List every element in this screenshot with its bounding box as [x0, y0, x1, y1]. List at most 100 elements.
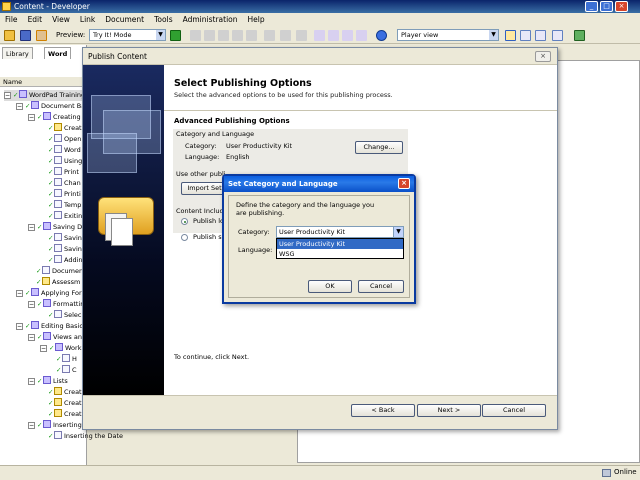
- delete-icon[interactable]: [232, 30, 243, 41]
- find-icon[interactable]: [246, 30, 257, 41]
- import-settings-button[interactable]: Import Set: [181, 182, 228, 195]
- tree-node[interactable]: ✓ Documen: [36, 266, 83, 277]
- print-icon[interactable]: [296, 30, 307, 41]
- tree-node[interactable]: ✓ Creat: [48, 398, 82, 409]
- tree-node[interactable]: − ✓ Views an: [28, 332, 82, 343]
- tree-node[interactable]: − ✓ WordPad Training: [4, 90, 86, 101]
- record-icon[interactable]: [36, 30, 47, 41]
- tree-node[interactable]: ✓ Savin: [48, 233, 82, 244]
- tree-node[interactable]: ✓ Chan: [48, 178, 81, 189]
- dropdown-option-user-productivity-kit[interactable]: User Productivity Kit: [277, 239, 403, 249]
- close-button[interactable]: ×: [615, 1, 628, 12]
- tree-node[interactable]: − ✓ Document Ba: [16, 101, 85, 112]
- continue-instruction: To continue, click Next.: [174, 353, 250, 361]
- topic-icon: [62, 354, 70, 362]
- tree-node[interactable]: ✓ H: [56, 354, 77, 365]
- view-mode-value: Player view: [401, 31, 439, 39]
- layout-1-icon[interactable]: [505, 30, 516, 41]
- help-icon[interactable]: [376, 30, 387, 41]
- tree-label: Lists: [53, 377, 68, 385]
- next-button[interactable]: Next >: [417, 404, 481, 417]
- menu-administration[interactable]: Administration: [178, 13, 243, 27]
- tree-node[interactable]: ✓ Temp: [48, 200, 81, 211]
- dialog-title: Publish Content: [88, 52, 147, 61]
- move-up-icon[interactable]: [342, 30, 353, 41]
- tree-node[interactable]: ✓ Addin: [48, 255, 83, 266]
- tree-node[interactable]: ✓ Inserting the Date: [48, 431, 123, 442]
- publish-local-radio[interactable]: [181, 218, 188, 225]
- preview-mode-select[interactable]: Try It! Mode ▼: [89, 29, 166, 41]
- tab-library[interactable]: Library: [2, 47, 33, 59]
- check-icon[interactable]: [574, 30, 585, 41]
- tree-node[interactable]: ✓ Using: [48, 156, 82, 167]
- tree-node[interactable]: ✓ Assessm: [36, 277, 80, 288]
- tree-label: Document Ba: [41, 102, 86, 110]
- tab-word[interactable]: Word: [44, 47, 72, 59]
- tree-node[interactable]: − ✓ Formattin: [28, 299, 84, 310]
- redo-icon[interactable]: [280, 30, 291, 41]
- maximize-button[interactable]: □: [600, 1, 613, 12]
- tree-node[interactable]: ✓ Printi: [48, 189, 81, 200]
- tree-label: Temp: [64, 201, 82, 209]
- topic-icon: [54, 255, 62, 263]
- tree-node[interactable]: ✓ Creat: [48, 387, 82, 398]
- window-title: Content - Developer: [14, 2, 90, 11]
- topic-icon: [54, 189, 62, 197]
- cancel-button[interactable]: Cancel: [482, 404, 546, 417]
- tree-node[interactable]: − ✓ Editing Basic: [16, 321, 83, 332]
- menu-help[interactable]: Help: [243, 13, 270, 27]
- tree-node[interactable]: − ✓ Creating: [28, 112, 81, 123]
- paste-icon[interactable]: [218, 30, 229, 41]
- copy-icon[interactable]: [204, 30, 215, 41]
- tree-node[interactable]: ✓ Word: [48, 145, 81, 156]
- menu-tools[interactable]: Tools: [149, 13, 177, 27]
- tree-node[interactable]: − ✓ Applying For: [16, 288, 82, 299]
- view-mode-select[interactable]: Player view ▼: [397, 29, 499, 41]
- tree-node[interactable]: − ✓ Lists: [28, 376, 68, 387]
- layout-3-icon[interactable]: [535, 30, 546, 41]
- move-down-icon[interactable]: [356, 30, 367, 41]
- book-icon: [31, 321, 39, 329]
- menu-view[interactable]: View: [47, 13, 75, 27]
- change-button[interactable]: Change...: [355, 141, 403, 154]
- menu-file[interactable]: File: [0, 13, 23, 27]
- back-button[interactable]: < Back: [351, 404, 415, 417]
- tree-node[interactable]: ✓ Selec: [48, 310, 82, 321]
- play-icon[interactable]: [170, 30, 181, 41]
- minimize-button[interactable]: _: [585, 1, 598, 12]
- zoom-out-icon[interactable]: [328, 30, 339, 41]
- menu-document[interactable]: Document: [100, 13, 149, 27]
- tree-node[interactable]: ✓ Exitin: [48, 211, 82, 222]
- zoom-in-icon[interactable]: [314, 30, 325, 41]
- tree-label: Using: [64, 157, 83, 165]
- layout-4-icon[interactable]: [552, 30, 563, 41]
- cut-icon[interactable]: [190, 30, 201, 41]
- close-icon[interactable]: ×: [398, 178, 410, 189]
- cancel-button[interactable]: Cancel: [358, 280, 404, 293]
- tree-node[interactable]: ✓ Creat: [48, 123, 82, 134]
- tree-node[interactable]: ✓ Creat: [48, 409, 82, 420]
- close-icon[interactable]: ×: [535, 51, 551, 62]
- save-icon[interactable]: [20, 30, 31, 41]
- layout-2-icon[interactable]: [520, 30, 531, 41]
- tree-node[interactable]: − ✓ Work: [40, 343, 81, 354]
- chevron-down-icon[interactable]: ▼: [393, 227, 403, 237]
- category-select[interactable]: User Productivity Kit ▼: [276, 226, 404, 238]
- dropdown-option-wsg[interactable]: WSG: [277, 249, 403, 259]
- tree-node[interactable]: ✓ C: [56, 365, 77, 376]
- name-column-header[interactable]: Name: [0, 77, 87, 87]
- menu-bar: File Edit View Link Document Tools Administrat…: [0, 13, 640, 27]
- content-include-label: Content Includ: [176, 207, 224, 215]
- tree-node[interactable]: ✓ Open: [48, 134, 81, 145]
- tree-node[interactable]: ✓ Print: [48, 167, 79, 178]
- open-folder-icon[interactable]: [4, 30, 15, 41]
- menu-link[interactable]: Link: [75, 13, 100, 27]
- tree-node[interactable]: ✓ Savin: [48, 244, 82, 255]
- ok-button[interactable]: OK: [308, 280, 352, 293]
- publish-server-radio[interactable]: [181, 234, 188, 241]
- tree-label: Documen: [52, 267, 84, 275]
- network-icon: [602, 469, 611, 477]
- tree-node[interactable]: − ✓ Saving Do: [28, 222, 86, 233]
- undo-icon[interactable]: [264, 30, 275, 41]
- menu-edit[interactable]: Edit: [23, 13, 48, 27]
